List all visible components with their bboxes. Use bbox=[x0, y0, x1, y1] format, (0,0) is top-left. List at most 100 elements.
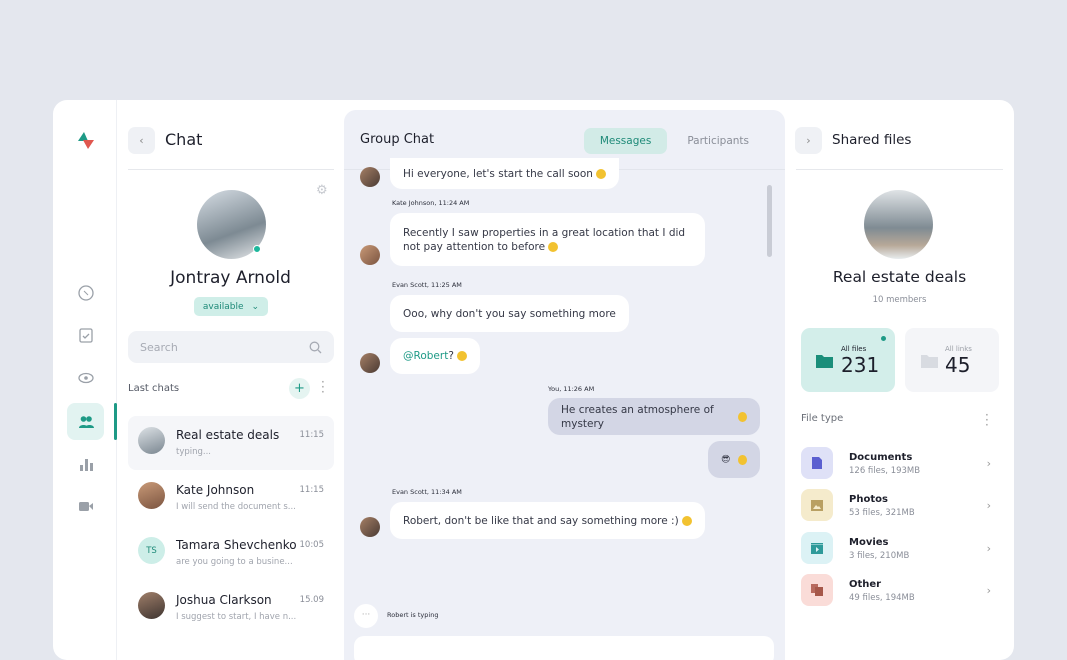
smile-emoji-icon bbox=[738, 411, 747, 422]
group-name: Real estate deals bbox=[832, 268, 967, 286]
message-meta: Evan Scott, 11:34 AM bbox=[392, 488, 462, 496]
rail-stats[interactable] bbox=[67, 445, 104, 482]
collapse-button[interactable]: › bbox=[795, 127, 822, 154]
more-icon[interactable]: · · · bbox=[985, 409, 989, 431]
group-avatar bbox=[864, 190, 933, 259]
chevron-right-icon: › bbox=[986, 584, 991, 597]
file-type-movies[interactable]: Movies 3 files, 210MB › bbox=[801, 532, 1001, 566]
chat-preview: typing... bbox=[176, 447, 212, 457]
chat-name: Tamara Shevchenko bbox=[176, 538, 297, 552]
smile-emoji-icon bbox=[548, 241, 559, 252]
profile-name: Jontray Arnold bbox=[170, 268, 291, 288]
chat-avatar-initials: TS bbox=[138, 537, 165, 564]
message-avatar bbox=[360, 353, 380, 373]
panel-title: Chat bbox=[165, 130, 203, 149]
chevron-right-icon: › bbox=[986, 499, 991, 512]
image-icon bbox=[811, 499, 823, 511]
chat-name: Kate Johnson bbox=[176, 483, 255, 497]
chat-name: Real estate deals bbox=[176, 428, 280, 442]
rail-dashboard[interactable] bbox=[67, 274, 104, 311]
message-bubble: Recently I saw properties in a great loc… bbox=[390, 213, 705, 266]
message-avatar bbox=[360, 245, 380, 265]
movie-icon bbox=[811, 542, 823, 554]
chevron-right-icon: › bbox=[986, 457, 991, 470]
chat-item[interactable]: Kate Johnson 11:15 I will send the documen… bbox=[128, 471, 334, 525]
more-icon[interactable]: · · · bbox=[321, 376, 325, 398]
chat-time: 11:15 bbox=[299, 430, 325, 440]
chat-avatar bbox=[138, 592, 165, 619]
chat-time: 11:15 bbox=[299, 485, 325, 495]
chat-title: Group Chat bbox=[360, 132, 435, 147]
bar-chart-icon bbox=[79, 458, 93, 471]
mention-link[interactable]: @Robert bbox=[403, 349, 448, 363]
file-type-documents[interactable]: Documents 126 files, 193MB › bbox=[801, 447, 1001, 481]
chat-avatar bbox=[138, 482, 165, 509]
stat-value: 45 bbox=[945, 353, 971, 377]
chat-item[interactable]: Real estate deals 11:15 typing... bbox=[128, 416, 334, 470]
message-meta: Evan Scott, 11:25 AM bbox=[392, 281, 462, 289]
all-files-card[interactable]: All files 231 bbox=[801, 328, 895, 392]
message-avatar bbox=[360, 517, 380, 537]
search-placeholder: Search bbox=[140, 340, 178, 354]
message-bubble: Hi everyone, let's start the call soon bbox=[390, 158, 619, 189]
message-bubble: Ooo, why don't you say something more bbox=[390, 295, 629, 332]
tab-messages[interactable]: Messages bbox=[583, 128, 668, 154]
typing-status: Robert is typing bbox=[387, 611, 439, 619]
chat-item[interactable]: TS Tamara Shevchenko 10:05 are you going to… bbox=[128, 526, 334, 580]
chevron-down-icon: ⌄ bbox=[251, 301, 260, 312]
document-icon bbox=[812, 457, 822, 469]
shared-files-panel: › Shared files Real estate deals 10 memb… bbox=[785, 100, 1014, 660]
folder-icon bbox=[816, 355, 833, 368]
status-dropdown[interactable]: available ⌄ bbox=[194, 297, 268, 316]
users-icon bbox=[78, 415, 94, 428]
dashboard-icon bbox=[77, 284, 94, 301]
message-meta: You, 11:26 AM bbox=[548, 385, 595, 393]
files-icon bbox=[811, 584, 823, 596]
chevron-left-icon: ‹ bbox=[139, 134, 144, 147]
tab-participants[interactable]: Participants bbox=[671, 128, 765, 154]
app-window: ‹ Chat ⚙ Jontray Arnold available ⌄ Searc… bbox=[53, 100, 1014, 660]
back-button[interactable]: ‹ bbox=[128, 127, 155, 154]
smile-emoji-icon bbox=[456, 351, 467, 361]
typing-indicator-icon: ··· bbox=[354, 604, 378, 628]
smile-emoji-icon bbox=[595, 168, 606, 179]
stat-label: All links bbox=[945, 345, 972, 353]
sunglasses-emoji-icon: 😎 bbox=[721, 454, 731, 465]
chat-preview: are you going to a busine... bbox=[176, 557, 293, 567]
online-indicator bbox=[253, 245, 261, 253]
message-meta: Kate Johnson, 11:24 AM bbox=[392, 199, 470, 207]
chat-item[interactable]: Joshua Clarkson 15.09 I suggest to start, … bbox=[128, 581, 334, 635]
add-chat-button[interactable]: + bbox=[289, 378, 310, 399]
chat-time: 15.09 bbox=[299, 595, 324, 605]
video-icon bbox=[78, 501, 93, 511]
status-label: available bbox=[202, 301, 244, 312]
plus-icon: + bbox=[294, 381, 305, 396]
eye-icon bbox=[77, 372, 94, 383]
chat-preview: I suggest to start, I have n... bbox=[176, 612, 297, 622]
file-type-photos[interactable]: Photos 53 files, 321MB › bbox=[801, 489, 1001, 523]
rail-views[interactable] bbox=[67, 359, 104, 396]
group-chat-panel: Group Chat Messages Participants Hi ever… bbox=[344, 110, 785, 660]
rail-chat[interactable] bbox=[67, 403, 104, 440]
search-input[interactable]: Search bbox=[128, 331, 334, 363]
chat-list-panel: ‹ Chat ⚙ Jontray Arnold available ⌄ Searc… bbox=[117, 100, 344, 660]
gear-icon[interactable]: ⚙ bbox=[316, 183, 328, 198]
search-icon bbox=[309, 341, 322, 353]
scrollbar[interactable] bbox=[767, 185, 772, 257]
my-message-bubble: 😎 bbox=[708, 441, 760, 478]
stat-label: All files bbox=[841, 345, 867, 353]
nav-rail bbox=[53, 100, 117, 660]
file-type-other[interactable]: Other 49 files, 194MB › bbox=[801, 574, 1001, 608]
logo-icon bbox=[78, 132, 94, 149]
chevron-right-icon: › bbox=[986, 542, 991, 555]
smile-emoji-icon bbox=[681, 515, 692, 526]
last-chats-label: Last chats bbox=[128, 383, 180, 394]
chevron-right-icon: › bbox=[806, 134, 811, 147]
link-folder-icon bbox=[921, 355, 938, 368]
all-links-card[interactable]: All links 45 bbox=[905, 328, 999, 392]
message-bubble: Robert, don't be like that and say somet… bbox=[390, 502, 705, 539]
rail-tasks[interactable] bbox=[67, 316, 104, 353]
message-bubble: @Robert ? bbox=[390, 338, 480, 374]
chat-name: Joshua Clarkson bbox=[176, 593, 272, 607]
rail-video[interactable] bbox=[67, 487, 104, 524]
